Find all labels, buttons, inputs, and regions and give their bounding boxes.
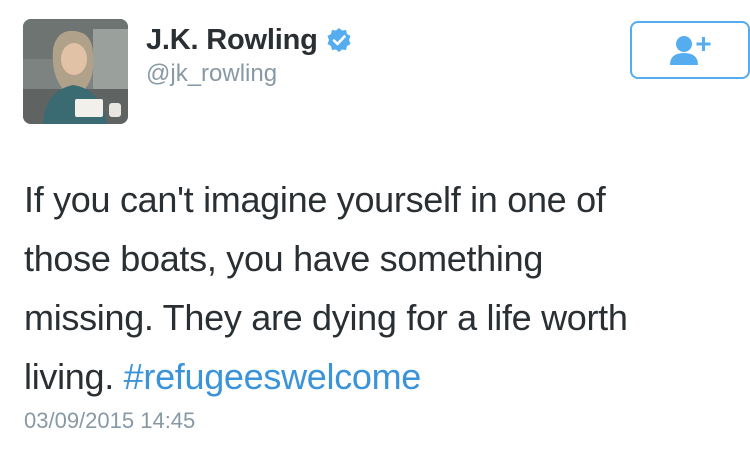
- tweet-text-line: living. #refugeeswelcome: [24, 347, 734, 406]
- tweet-text: If you can't imagine yourself in one of …: [24, 170, 734, 406]
- author-handle[interactable]: @jk_rowling: [146, 60, 277, 88]
- tweet-timestamp[interactable]: 03/09/2015 14:45: [24, 408, 195, 434]
- author-avatar[interactable]: [23, 19, 128, 124]
- follow-button[interactable]: [630, 21, 750, 79]
- tweet-text-line: those boats, you have something: [24, 238, 544, 279]
- author-name-row: J.K. Rowling: [146, 22, 352, 58]
- add-user-icon: [670, 36, 711, 65]
- tweet-card: J.K. Rowling @jk_rowling If you can't im…: [0, 0, 750, 462]
- hashtag-link[interactable]: #refugeeswelcome: [124, 356, 422, 397]
- tweet-text-line: missing. They are dying for a life worth: [24, 297, 628, 338]
- profile-photo: [23, 19, 128, 124]
- tweet-text-line: If you can't imagine yourself in one of: [24, 179, 606, 220]
- author-display-name[interactable]: J.K. Rowling: [146, 24, 318, 57]
- verified-badge-icon: [326, 27, 352, 53]
- tweet-text-fragment: living.: [24, 356, 124, 397]
